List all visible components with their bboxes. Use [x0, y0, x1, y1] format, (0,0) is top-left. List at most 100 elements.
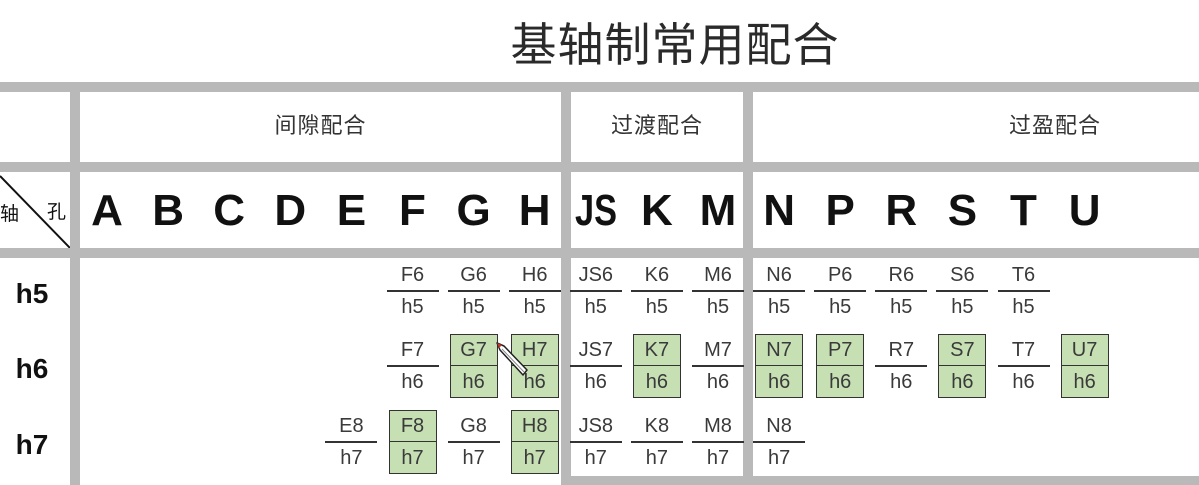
fit-shaft-tolerance: h5 — [829, 296, 852, 318]
fit-shaft-tolerance: h5 — [951, 296, 974, 318]
fit-hole-tolerance: F8 — [400, 414, 425, 437]
fit-hole-tolerance: K8 — [644, 415, 670, 437]
fit-hole-tolerance: H8 — [521, 414, 548, 437]
row-label-h6: h6 — [15, 353, 49, 384]
fit-hole-tolerance: H6 — [521, 264, 548, 286]
fit-hole-tolerance: S6 — [950, 264, 975, 286]
fit-cell: G8 h7 — [447, 410, 500, 474]
column-header-t: T — [1010, 186, 1037, 235]
column-header-s: S — [947, 186, 978, 235]
column-header-m: M — [699, 186, 737, 235]
fit-hole-tolerance: T7 — [1011, 339, 1036, 361]
column-header-k: K — [641, 186, 673, 235]
fit-cell: G6 h5 — [447, 259, 500, 323]
grid-line-header — [0, 162, 1199, 172]
fit-hole-tolerance: M7 — [704, 339, 732, 361]
preferred-fit-cell: K7 h6 — [632, 334, 681, 398]
fit-shaft-tolerance: h5 — [523, 296, 546, 318]
fit-shaft-tolerance: h7 — [706, 447, 730, 469]
fit-hole-tolerance: JS7 — [578, 339, 614, 361]
row-label-h5: h5 — [15, 278, 49, 309]
fit-shaft-tolerance: h5 — [584, 296, 607, 318]
fit-shaft-tolerance: h5 — [890, 296, 913, 318]
group-interference-fit: 过盈配合 — [1008, 114, 1101, 139]
column-header-c: C — [213, 186, 246, 235]
fit-hole-tolerance: M6 — [704, 264, 732, 286]
fit-cell: H6 h5 — [508, 259, 561, 323]
fit-hole-tolerance: E8 — [339, 415, 364, 437]
column-header-a: A — [91, 186, 123, 235]
preferred-fit-cell: S7 h6 — [938, 334, 987, 398]
fit-hole-tolerance: F7 — [400, 339, 425, 361]
fit-shaft-tolerance: h6 — [584, 371, 607, 393]
preferred-fit-cell: N7 h6 — [755, 334, 804, 398]
fit-shaft-tolerance: h5 — [1012, 296, 1035, 318]
fit-shaft-tolerance: h7 — [584, 447, 607, 469]
fit-hole-tolerance: G6 — [460, 264, 487, 286]
fit-cell: K8 h7 — [630, 410, 683, 474]
fit-shaft-tolerance: h6 — [951, 370, 974, 393]
grid-line-letters — [0, 248, 1199, 258]
fit-cell: N8 h7 — [753, 410, 806, 474]
preferred-fit-cell: G7 h6 — [449, 334, 498, 398]
fit-hole-tolerance: P7 — [827, 338, 853, 361]
page-title: 基轴制常用配合 — [510, 18, 840, 72]
fit-hole-tolerance: P6 — [827, 264, 853, 286]
fit-cell: R7 h6 — [875, 334, 928, 398]
fit-shaft-tolerance: h6 — [1073, 370, 1096, 393]
fit-hole-tolerance: N6 — [766, 264, 792, 286]
grid-line-left — [70, 92, 80, 485]
fit-cell: E8 h7 — [325, 410, 378, 474]
fit-shaft-tolerance: h5 — [767, 296, 791, 318]
grid-line-transition-interference — [743, 92, 753, 485]
fit-cell: M8 h7 — [692, 410, 744, 474]
group-clearance-fit: 间隙配合 — [274, 114, 367, 139]
fit-hole-tolerance: G8 — [460, 415, 487, 437]
column-header-g: G — [456, 186, 491, 235]
column-header-u: U — [1068, 186, 1101, 235]
fit-shaft-tolerance: h7 — [401, 446, 424, 469]
fit-cell: P6 h5 — [814, 259, 867, 323]
fit-cell: T7 h6 — [997, 334, 1050, 398]
fit-shaft-tolerance: h6 — [462, 370, 485, 393]
corner-shaft-label: 轴 — [0, 203, 20, 225]
fit-shaft-tolerance: h7 — [645, 447, 669, 469]
group-transition-fit: 过渡配合 — [610, 114, 703, 139]
fit-hole-tolerance: S7 — [950, 338, 975, 361]
fit-cell: K6 h5 — [630, 259, 683, 323]
column-header-e: E — [336, 186, 367, 235]
fit-hole-tolerance: T6 — [1011, 264, 1036, 286]
fit-shaft-tolerance: h5 — [462, 296, 485, 318]
fit-shaft-tolerance: h6 — [645, 370, 669, 393]
fit-shaft-tolerance: h5 — [706, 296, 730, 318]
fit-shaft-tolerance: h6 — [890, 371, 913, 393]
fit-hole-tolerance: R7 — [888, 339, 915, 361]
fit-shaft-tolerance: h6 — [401, 371, 424, 393]
fit-cell: M6 h5 — [692, 259, 744, 323]
fit-hole-tolerance: U7 — [1071, 338, 1098, 361]
pen-cursor-icon — [496, 342, 528, 376]
fit-cell: JS7 h6 — [569, 334, 622, 398]
fit-cell: S6 h5 — [936, 259, 989, 323]
column-header-n: N — [763, 186, 795, 235]
fit-shaft-tolerance: h7 — [340, 447, 363, 469]
fit-shaft-tolerance: h6 — [767, 370, 791, 393]
fit-hole-tolerance: M8 — [704, 415, 732, 437]
fit-shaft-tolerance: h6 — [706, 371, 730, 393]
fit-hole-tolerance: JS6 — [578, 264, 614, 286]
fit-hole-tolerance: K7 — [644, 338, 670, 361]
corner-hole-label: 孔 — [47, 201, 67, 223]
preferred-fit-cell: P7 h6 — [816, 334, 865, 398]
preferred-fit-cell: H8 h7 — [510, 410, 559, 474]
fit-shaft-tolerance: h7 — [767, 447, 791, 469]
fit-cell: N6 h5 — [753, 259, 806, 323]
fit-hole-tolerance: N8 — [766, 415, 792, 437]
column-header-r: R — [885, 186, 918, 235]
fit-cell: F6 h5 — [386, 259, 439, 323]
fit-cell: T6 h5 — [997, 259, 1050, 323]
column-header-js: JS — [574, 186, 617, 235]
row-label-h7: h7 — [15, 429, 49, 460]
fit-cell: R6 h5 — [875, 259, 928, 323]
fit-shaft-tolerance: h5 — [645, 296, 669, 318]
fit-hole-tolerance: G7 — [460, 338, 487, 361]
